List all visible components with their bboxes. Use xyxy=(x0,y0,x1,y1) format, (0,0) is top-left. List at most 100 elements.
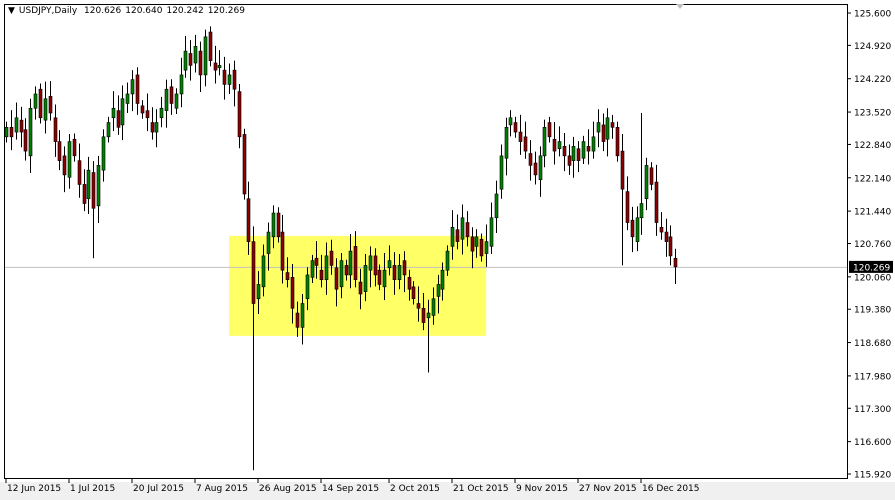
bear-candle-body xyxy=(567,155,572,166)
y-tick-label: 117.300 xyxy=(854,405,891,415)
bear-candle-body xyxy=(392,265,397,280)
y-tick-label: 123.520 xyxy=(854,109,891,119)
bear-candle-body xyxy=(82,184,87,204)
bull-candle-body xyxy=(271,212,276,238)
bull-candle-body xyxy=(310,260,315,278)
bear-candle-body xyxy=(62,155,67,176)
bear-candle-body xyxy=(620,150,625,190)
bull-candle-body xyxy=(440,269,445,290)
bull-candle-body xyxy=(382,269,387,288)
ohlc-high: 120.640 xyxy=(125,6,163,16)
bear-candle-body xyxy=(169,86,174,104)
bull-candle-body xyxy=(266,231,271,254)
bear-candle-body xyxy=(198,50,203,76)
bear-candle-body xyxy=(479,238,484,257)
bull-candle-body xyxy=(300,303,305,328)
ohlc-open: 120.626 xyxy=(84,6,122,16)
bull-candle-body xyxy=(489,217,494,247)
bear-candle-body xyxy=(630,219,635,238)
bull-candle-body xyxy=(324,255,329,280)
x-tick-label: 26 Aug 2015 xyxy=(259,484,317,494)
bull-candle-body xyxy=(203,36,208,76)
bull-candle-body xyxy=(445,250,450,271)
candle xyxy=(38,83,43,124)
bear-candle-body xyxy=(377,269,382,285)
bull-candle-body xyxy=(28,107,33,157)
bear-candle-body xyxy=(373,255,378,276)
bull-candle-body xyxy=(179,74,184,95)
bear-candle-body xyxy=(562,146,567,157)
candle xyxy=(208,26,213,67)
bull-candle-body xyxy=(193,46,198,64)
bear-candle-body xyxy=(455,229,460,242)
bull-candle-body xyxy=(339,260,344,288)
bear-candle-body xyxy=(91,172,96,209)
chart-window: 125.600 124.920 124.220 123.520 122.840 122.1… xyxy=(0,0,895,500)
bear-candle-body xyxy=(329,250,334,266)
y-tick-label: 117.980 xyxy=(854,372,891,382)
symbol-timeframe: USDJPY,Daily xyxy=(18,6,78,16)
bear-candle-body xyxy=(280,231,285,271)
y-tick-label: 125.600 xyxy=(854,10,891,20)
bear-candle-body xyxy=(547,122,552,138)
bear-candle-body xyxy=(615,126,620,157)
bear-candle-body xyxy=(53,117,58,142)
bear-candle-body xyxy=(411,286,416,300)
bear-candle-body xyxy=(295,312,300,328)
bull-candle-body xyxy=(581,141,586,159)
y-tick-label: 124.220 xyxy=(854,75,891,85)
bull-candle-body xyxy=(605,117,610,140)
bull-candle-body xyxy=(96,165,101,207)
bear-candle-body xyxy=(290,277,295,309)
bear-candle-body xyxy=(72,138,77,157)
bear-candle-body xyxy=(48,96,53,114)
bull-candle-body xyxy=(635,217,640,242)
bull-candle-body xyxy=(164,88,169,111)
bull-candle-body xyxy=(494,193,499,219)
bull-candle-body xyxy=(159,107,164,119)
bear-candle-body xyxy=(518,131,523,142)
bull-candle-body xyxy=(86,169,91,200)
x-tick-label: 2 Oct 2015 xyxy=(390,484,440,494)
bear-candle-body xyxy=(251,241,256,304)
bear-candle-body xyxy=(276,212,281,238)
bull-candle-body xyxy=(484,241,489,254)
bear-candle-body xyxy=(208,31,213,61)
y-tick-label: 120.760 xyxy=(854,240,891,250)
bear-candle-body xyxy=(470,236,475,252)
bear-candle-body xyxy=(150,122,155,133)
bull-candle-body xyxy=(639,203,644,219)
bear-candle-body xyxy=(77,160,82,185)
y-tick-label: 119.380 xyxy=(854,306,891,316)
bear-candle-body xyxy=(601,124,606,142)
bear-candle-body xyxy=(465,222,470,238)
bear-candle-body xyxy=(353,246,358,280)
candle xyxy=(242,128,247,200)
bear-candle-body xyxy=(523,136,528,152)
bear-candle-body xyxy=(116,110,121,128)
y-tick-label: 122.140 xyxy=(854,174,891,184)
bear-candle-body xyxy=(145,110,150,119)
dropdown-triangle-icon[interactable]: ▼ xyxy=(8,6,15,16)
bull-candle-body xyxy=(227,74,232,85)
bull-candle-body xyxy=(474,236,479,247)
bull-candle-body xyxy=(261,255,266,288)
bull-candle-body xyxy=(499,155,504,190)
bull-candle-body xyxy=(426,312,431,319)
x-tick-label: 12 Jun 2015 xyxy=(7,484,61,494)
bull-candle-body xyxy=(106,122,111,138)
bear-candle-body xyxy=(314,257,319,266)
bear-candle-body xyxy=(232,69,237,90)
x-tick-label: 27 Nov 2015 xyxy=(579,484,637,494)
bull-candle-body xyxy=(43,98,48,121)
y-tick-label: 120.060 xyxy=(854,273,891,283)
x-tick-label: 16 Dec 2015 xyxy=(642,484,700,494)
bull-candle-body xyxy=(67,141,72,178)
price-chart[interactable]: 125.600 124.920 124.220 123.520 122.840 122.1… xyxy=(0,0,895,500)
bear-candle-body xyxy=(552,138,557,152)
current-price-label: 120.269 xyxy=(853,263,890,273)
bear-candle-body xyxy=(57,141,62,161)
bear-candle-body xyxy=(673,257,678,268)
y-tick-label: 121.440 xyxy=(854,208,891,218)
y-tick-label: 116.600 xyxy=(854,438,891,448)
